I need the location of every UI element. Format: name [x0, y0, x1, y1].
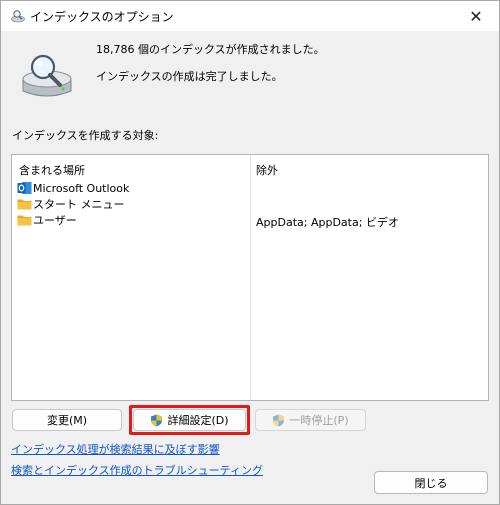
column-divider[interactable]	[250, 155, 251, 400]
indexing-impact-link[interactable]: インデックス処理が検索結果に及ぼす影響	[11, 441, 220, 457]
locations-section-label: インデックスを作成する対象:	[12, 129, 159, 142]
modify-button[interactable]: 変更(M)	[12, 409, 122, 431]
location-name: Microsoft Outlook	[33, 181, 130, 195]
location-name: ユーザー	[33, 214, 77, 227]
location-row-users[interactable]: ユーザー	[17, 212, 77, 228]
indexing-status: インデックスの作成は完了しました。	[96, 70, 283, 83]
uac-shield-icon	[273, 414, 285, 426]
modify-button-label: 変更(M)	[46, 414, 88, 427]
pause-button-label: 一時停止(P)	[289, 414, 349, 427]
troubleshoot-link[interactable]: 検索とインデックス作成のトラブルシューティング	[11, 462, 263, 478]
folder-icon	[17, 215, 32, 226]
uac-shield-icon	[151, 414, 163, 426]
indexed-items-count: 18,786 個のインデックスが作成されました。	[96, 43, 325, 56]
excluded-column-header[interactable]: 除外	[256, 162, 278, 178]
close-icon: ✕	[469, 6, 483, 26]
included-column-header[interactable]: 含まれる場所	[19, 162, 85, 178]
outlook-icon	[17, 182, 32, 194]
indexing-options-dialog: インデックスのオプション ✕ 18,786 個のインデックスが作成されました。 …	[0, 0, 500, 505]
close-button[interactable]: 閉じる	[374, 471, 488, 494]
pause-button[interactable]: 一時停止(P)	[255, 409, 366, 431]
location-row-start-menu[interactable]: スタート メニュー	[17, 196, 125, 212]
title-bar: インデックスのオプション ✕	[1, 1, 499, 31]
indexed-locations-list[interactable]: 含まれる場所 除外 Microsoft Outlook スタート メニュー ユー…	[11, 154, 489, 401]
location-row-outlook[interactable]: Microsoft Outlook	[17, 180, 129, 196]
search-drive-icon	[22, 54, 72, 97]
advanced-button[interactable]: 詳細設定(D)	[133, 409, 246, 431]
close-window-button[interactable]: ✕	[453, 1, 499, 31]
indexing-options-icon	[11, 10, 25, 23]
location-exclusions: AppData; AppData; ビデオ	[256, 216, 399, 229]
folder-icon	[17, 199, 32, 210]
location-name: スタート メニュー	[33, 198, 125, 211]
window-title: インデックスのオプション	[30, 10, 174, 24]
advanced-button-label: 詳細設定(D)	[167, 414, 229, 427]
close-button-label: 閉じる	[414, 476, 448, 490]
